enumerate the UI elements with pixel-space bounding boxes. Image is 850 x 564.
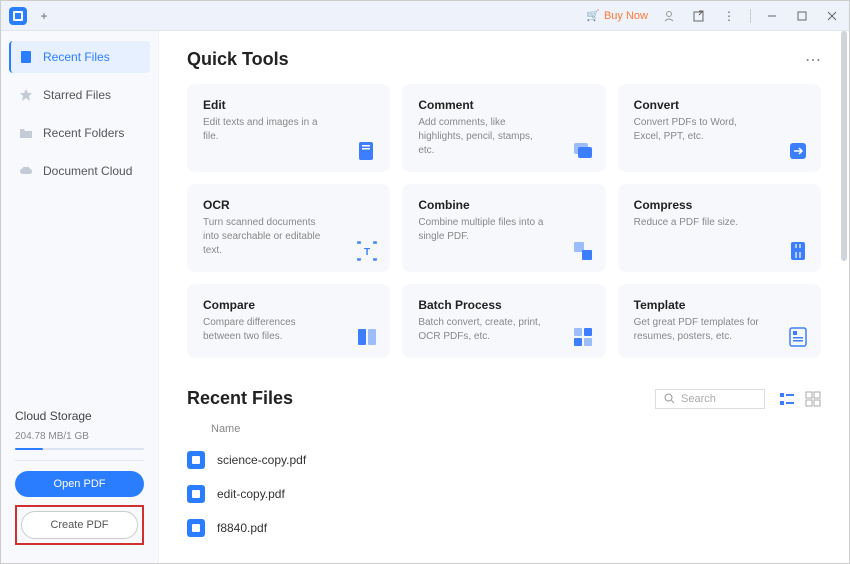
edit-icon — [356, 140, 378, 162]
sidebar-item-document-cloud[interactable]: Document Cloud — [9, 155, 150, 187]
content-area: Quick Tools ⋯ Edit Edit texts and images… — [159, 31, 849, 563]
card-convert[interactable]: Convert Convert PDFs to Word, Excel, PPT… — [618, 84, 821, 172]
sidebar-item-label: Recent Folders — [43, 126, 124, 140]
ocr-icon: T — [356, 240, 378, 262]
create-pdf-highlight: Create PDF — [15, 505, 144, 545]
card-comment[interactable]: Comment Add comments, like highlights, p… — [402, 84, 605, 172]
convert-icon — [787, 140, 809, 162]
file-row[interactable]: science-copy.pdf — [187, 443, 821, 477]
sidebar-item-label: Starred Files — [43, 88, 111, 102]
create-pdf-button[interactable]: Create PDF — [21, 511, 138, 539]
file-row[interactable]: edit-copy.pdf — [187, 477, 821, 511]
share-icon[interactable] — [690, 7, 708, 25]
card-ocr[interactable]: OCR Turn scanned documents into searchab… — [187, 184, 390, 272]
compare-icon — [356, 326, 378, 348]
card-combine[interactable]: Combine Combine multiple files into a si… — [402, 184, 605, 272]
card-compress[interactable]: Compress Reduce a PDF file size. — [618, 184, 821, 272]
sidebar-item-label: Recent Files — [43, 50, 110, 64]
sidebar-item-recent-folders[interactable]: Recent Folders — [9, 117, 150, 149]
star-icon — [19, 88, 33, 102]
list-view-icon[interactable] — [779, 391, 795, 407]
folder-icon — [19, 126, 33, 140]
new-tab-icon[interactable]: + — [35, 7, 53, 25]
search-input[interactable]: Search — [655, 389, 765, 409]
app-logo — [9, 7, 27, 25]
svg-text:T: T — [364, 247, 370, 258]
file-name: science-copy.pdf — [217, 453, 306, 467]
search-icon — [664, 393, 675, 404]
card-edit[interactable]: Edit Edit texts and images in a file. — [187, 84, 390, 172]
pdf-file-icon — [187, 485, 205, 503]
pdf-file-icon — [187, 519, 205, 537]
card-compare[interactable]: Compare Compare differences between two … — [187, 284, 390, 358]
more-icon[interactable]: ⋯ — [805, 50, 821, 70]
pdf-file-icon — [187, 451, 205, 469]
titlebar: + 🛒 Buy Now ⋮ — [1, 1, 849, 31]
close-button[interactable] — [823, 7, 841, 25]
card-template[interactable]: Template Get great PDF templates for res… — [618, 284, 821, 358]
grid-view-icon[interactable] — [805, 391, 821, 407]
open-pdf-button[interactable]: Open PDF — [15, 471, 144, 497]
sidebar-item-recent-files[interactable]: Recent Files — [9, 41, 150, 73]
compress-icon — [787, 240, 809, 262]
minimize-button[interactable] — [763, 7, 781, 25]
cloud-storage-title: Cloud Storage — [15, 409, 144, 423]
sidebar-item-label: Document Cloud — [43, 164, 132, 178]
file-name: f8840.pdf — [217, 521, 267, 535]
cloud-storage-bar — [15, 448, 144, 450]
template-icon — [787, 326, 809, 348]
sidebar-item-starred-files[interactable]: Starred Files — [9, 79, 150, 111]
buy-now-button[interactable]: 🛒 Buy Now — [586, 9, 648, 22]
combine-icon — [572, 240, 594, 262]
file-row[interactable]: f8840.pdf — [187, 511, 821, 545]
column-header-name: Name — [187, 419, 821, 443]
cart-icon: 🛒 — [586, 9, 600, 22]
avatar-icon[interactable] — [660, 7, 678, 25]
cloud-icon — [19, 164, 33, 178]
kebab-menu-icon[interactable]: ⋮ — [720, 7, 738, 25]
comment-icon — [572, 140, 594, 162]
quick-tools-title: Quick Tools — [187, 49, 289, 70]
quick-tools-grid: Edit Edit texts and images in a file. Co… — [187, 84, 821, 358]
batch-icon — [572, 326, 594, 348]
cloud-storage-panel: Cloud Storage 204.78 MB/1 GB Open PDF Cr… — [9, 401, 150, 553]
cloud-storage-usage: 204.78 MB/1 GB — [15, 431, 144, 442]
scrollbar[interactable] — [841, 31, 847, 261]
sidebar: Recent Files Starred Files Recent Folder… — [1, 31, 159, 563]
recent-files-title: Recent Files — [187, 388, 293, 409]
maximize-button[interactable] — [793, 7, 811, 25]
card-batch-process[interactable]: Batch Process Batch convert, create, pri… — [402, 284, 605, 358]
file-icon — [19, 50, 33, 64]
file-name: edit-copy.pdf — [217, 487, 285, 501]
